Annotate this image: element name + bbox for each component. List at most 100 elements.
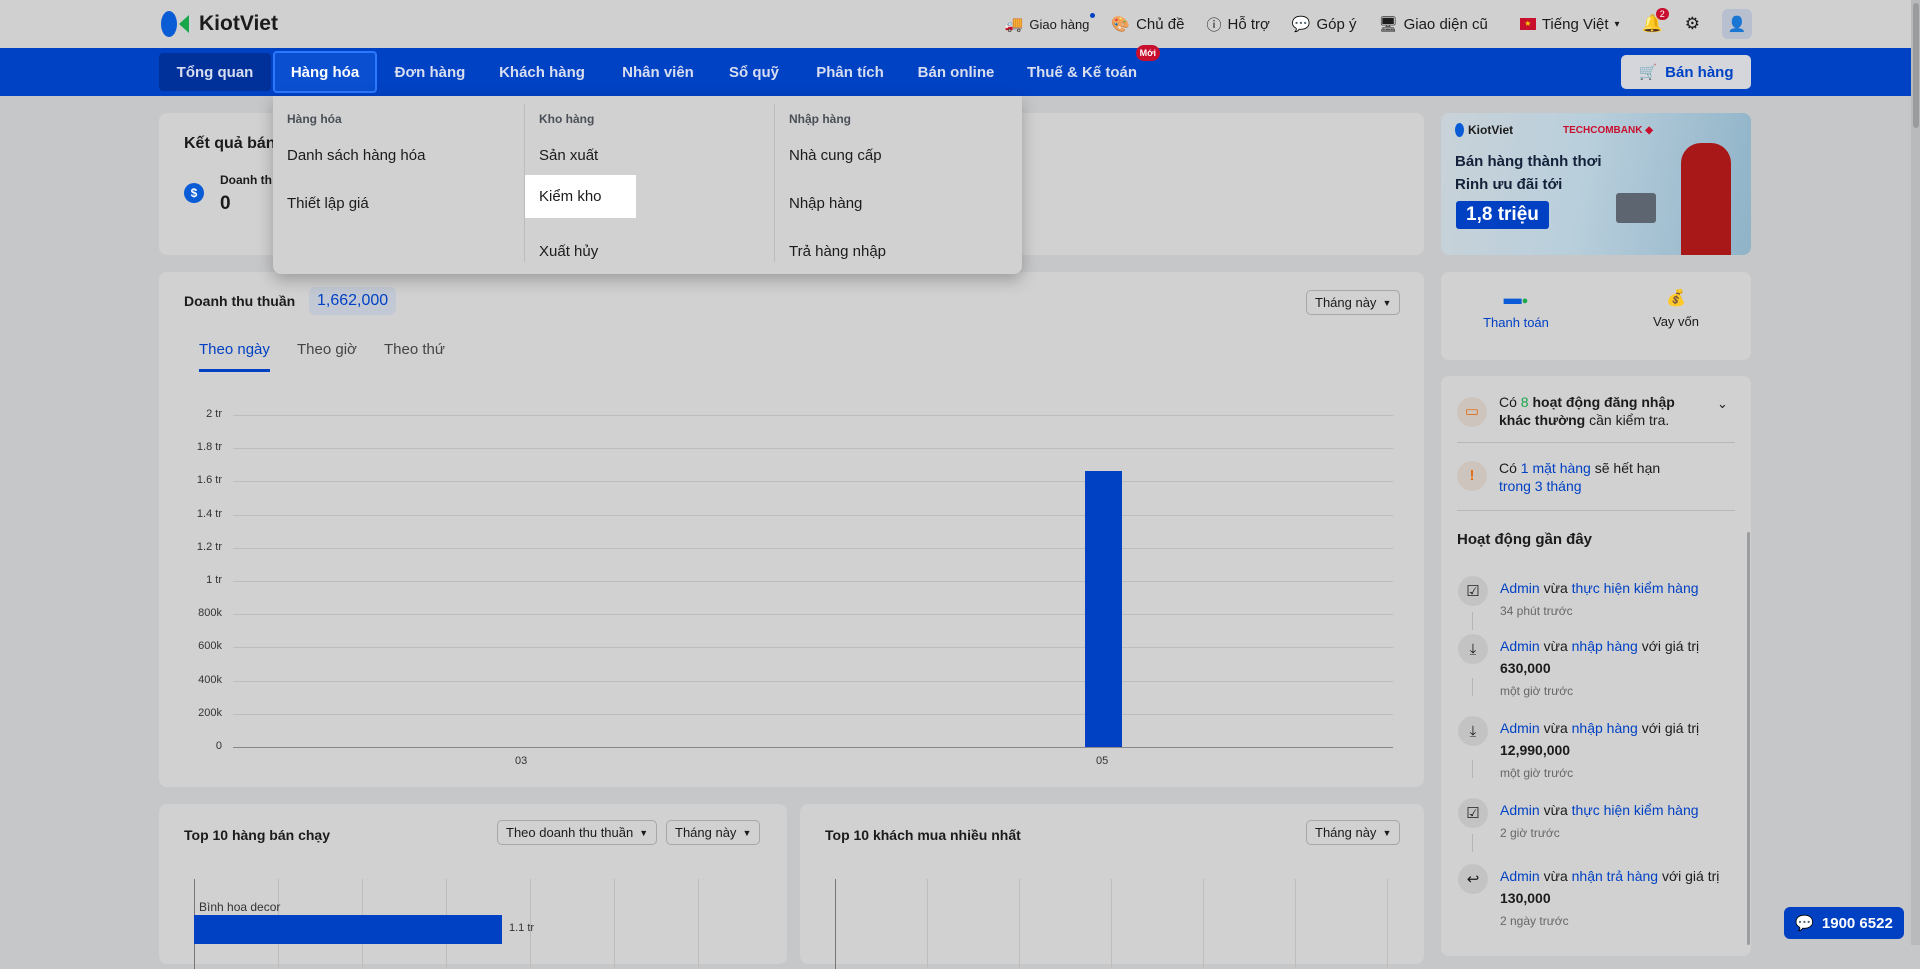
help-icon: ⓘ — [1206, 16, 1222, 34]
nav-overview[interactable]: Tổng quan — [159, 53, 271, 91]
activity-text: Admin vừa nhập hàng với giá trị 630,000 mộ… — [1500, 635, 1750, 702]
bank-brand: TECHCOMBANK — [1563, 125, 1643, 136]
revenue-total: 1,662,000 — [309, 287, 397, 315]
user-link[interactable]: Admin — [1500, 802, 1540, 818]
payment-button[interactable]: ▬● Thanh toán — [1461, 288, 1571, 330]
revenue-period-select[interactable]: Tháng này ▼ — [1306, 290, 1401, 315]
tab-by-weekday[interactable]: Theo thứ — [384, 341, 445, 358]
promo-banner[interactable]: KiotViet TECHCOMBANK ◆ Bán hàng thành th… — [1441, 113, 1751, 255]
suffix: với giá trị — [1661, 868, 1720, 884]
delivery-link[interactable]: 🚚 Giao hàng — [1005, 13, 1096, 33]
top-products-period-select[interactable]: Tháng này ▼ — [666, 820, 761, 845]
expiry-items-link[interactable]: 1 mặt hàng — [1521, 460, 1591, 476]
user-avatar[interactable]: 👤 — [1722, 9, 1752, 39]
banner-line1: Bán hàng thành thơi — [1455, 153, 1602, 170]
action-link[interactable]: thực hiện kiểm hàng — [1572, 580, 1699, 596]
nav-analytics[interactable]: Phân tích — [808, 53, 892, 91]
kiotviet-logo[interactable]: KiotViet — [159, 9, 278, 39]
gridline — [233, 680, 1393, 682]
suffix: với giá trị — [1641, 638, 1700, 654]
nav-tax[interactable]: Thuế & Kế toán Mới — [1026, 45, 1160, 91]
page-scrollbar[interactable] — [1911, 0, 1920, 945]
wallet-icon: ▬● — [1503, 288, 1529, 308]
action-link[interactable]: thực hiện kiểm hàng — [1572, 802, 1699, 818]
expiry-period-link[interactable]: trong 3 tháng — [1499, 478, 1582, 494]
scrollbar-thumb[interactable] — [1913, 3, 1919, 128]
menu-item-production[interactable]: Sản xuất — [525, 134, 612, 177]
warning-icon: ! — [1457, 461, 1487, 491]
language-select[interactable]: ★ Tiếng Việt ▾ — [1519, 16, 1620, 33]
user-link[interactable]: Admin — [1500, 868, 1540, 884]
menu-item-import[interactable]: Nhập hàng — [775, 182, 876, 225]
expand-chevron-icon[interactable]: ⌄ — [1717, 396, 1728, 412]
nav-orders[interactable]: Đơn hàng — [390, 53, 470, 91]
bar[interactable] — [194, 915, 502, 944]
chevron-down-icon: ▼ — [1382, 827, 1392, 838]
top-products-sort-select[interactable]: Theo doanh thu thuần ▼ — [497, 820, 658, 845]
period-label: Tháng này — [675, 825, 737, 840]
tab-by-hour[interactable]: Theo giờ — [297, 341, 357, 358]
action-link[interactable]: nhận trả hàng — [1572, 868, 1658, 884]
old-ui-link[interactable]: 🖥 Giao diện cũ — [1378, 15, 1488, 34]
top-customers-period-select[interactable]: Tháng này ▼ — [1306, 820, 1401, 845]
menu-item-write-off[interactable]: Xuất hủy — [525, 230, 612, 273]
hotline-button[interactable]: 💬 1900 6522 — [1784, 907, 1904, 939]
verb: vừa — [1543, 638, 1568, 654]
top-customers-card: Top 10 khách mua nhiều nhất Tháng này ▼ — [800, 804, 1424, 969]
menu-item-import-return[interactable]: Trả hàng nhập — [775, 230, 900, 273]
gridline — [233, 481, 1393, 483]
gridline — [1203, 879, 1204, 969]
y-tick-label: 1.2 tr — [196, 540, 222, 553]
user-link[interactable]: Admin — [1500, 720, 1540, 736]
y-tick-label: 400k — [198, 673, 222, 686]
menu-item-price-setup[interactable]: Thiết lập giá — [273, 182, 383, 225]
verb: vừa — [1543, 580, 1568, 596]
nav-customers[interactable]: Khách hàng — [494, 53, 590, 91]
action-link[interactable]: nhập hàng — [1572, 720, 1638, 736]
top-customers-title: Top 10 khách mua nhiều nhất — [825, 827, 1021, 843]
feedback-link[interactable]: 💬 Góp ý — [1292, 15, 1357, 34]
banner-line2: Rinh ưu đãi tới — [1455, 176, 1563, 193]
x-tick-label: 05 — [1096, 755, 1109, 767]
user-link[interactable]: Admin — [1500, 638, 1540, 654]
loan-button[interactable]: 💰 Vay vốn — [1621, 288, 1731, 329]
gridline — [233, 713, 1393, 715]
action-link[interactable]: nhập hàng — [1572, 638, 1638, 654]
dropdown-col-warehouse: Kho hàng Sản xuất Kiểm kho Xuất hủy — [524, 104, 774, 262]
nav-label: Đơn hàng — [394, 63, 466, 81]
verb: vừa — [1543, 720, 1568, 736]
activity-time: 2 ngày trước — [1500, 914, 1569, 928]
suffix: với giá trị — [1641, 720, 1700, 736]
nav-label: Nhân viên — [622, 63, 694, 81]
menu-item-stock-check[interactable]: Kiểm kho — [525, 175, 636, 218]
nav-online[interactable]: Bán online — [914, 53, 998, 91]
gridline — [1111, 879, 1112, 969]
new-badge: Mới — [1135, 45, 1160, 61]
tab-by-day[interactable]: Theo ngày — [199, 341, 270, 358]
activity-text: Admin vừa nhập hàng với giá trị 12,990,00… — [1500, 717, 1750, 784]
revenue-title: Doanh thu thuần — [184, 293, 296, 309]
nav-staff[interactable]: Nhân viên — [614, 53, 702, 91]
stock-check-icon: ☑ — [1458, 576, 1488, 606]
expiry-alert[interactable]: Có 1 mặt hàng sẽ hết hạn trong 3 tháng — [1499, 459, 1719, 495]
loan-label: Vay vốn — [1652, 314, 1699, 329]
help-link[interactable]: ⓘ Hỗ trợ — [1206, 14, 1269, 35]
brand-name: KiotViet — [199, 12, 278, 35]
t: sẽ hết hạn — [1594, 460, 1661, 476]
login-alert[interactable]: Có 8 hoạt động đăng nhập khác thường cần… — [1499, 393, 1709, 429]
dropdown-col-import: Nhập hàng Nhà cung cấp Nhập hàng Trả hàn… — [774, 104, 1024, 262]
menu-item-suppliers[interactable]: Nhà cung cấp — [775, 134, 896, 177]
y-tick-label: 800k — [198, 607, 222, 620]
theme-link[interactable]: 🎨 Chủ đề — [1111, 15, 1184, 34]
menu-item-product-list[interactable]: Danh sách hàng hóa — [273, 134, 439, 177]
nav-products[interactable]: Hàng hóa — [273, 51, 377, 93]
sell-button[interactable]: 🛒 Bán hàng — [1621, 55, 1751, 89]
notification-button[interactable]: 🔔 2 — [1642, 8, 1669, 34]
user-link[interactable]: Admin — [1500, 580, 1540, 596]
nav-label: Phân tích — [816, 63, 884, 81]
monitor-icon: 🖥 — [1378, 16, 1398, 33]
bar[interactable] — [1085, 471, 1122, 747]
nav-cashbook[interactable]: Sổ quỹ — [724, 53, 784, 91]
banner-kiotviet-logo: KiotViet — [1455, 123, 1513, 137]
settings-button[interactable]: ⚙ — [1685, 14, 1700, 34]
